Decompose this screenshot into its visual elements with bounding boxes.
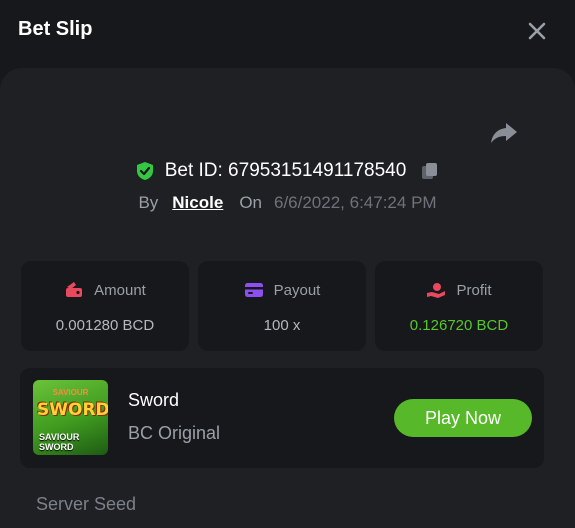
payout-card: Payout 100 x: [198, 261, 366, 351]
amount-icon: [66, 282, 83, 297]
profit-label: Profit: [456, 281, 492, 299]
game-name: Sword: [128, 390, 180, 410]
share-icon[interactable]: [490, 121, 518, 145]
server-seed-label: Server Seed: [36, 494, 137, 514]
game-card: SAVIOUR SWORD SAVIOUR SWORD Sword BC Orig…: [20, 368, 544, 468]
copy-icon[interactable]: [420, 161, 440, 181]
game-thumbnail[interactable]: SAVIOUR SWORD SAVIOUR SWORD: [33, 380, 108, 455]
payout-value: 100 x: [263, 317, 301, 334]
profit-icon: [427, 283, 446, 298]
thumb-top-text: SAVIOUR: [52, 388, 89, 397]
by-label: By: [138, 193, 159, 212]
amount-value: 0.001280 BCD: [55, 317, 155, 334]
user-link[interactable]: Nicole: [172, 193, 223, 213]
bet-author-row: By Nicole On 6/6/2022, 6:47:24 PM: [0, 191, 575, 215]
payout-card-icon: [244, 283, 263, 297]
page-title: Bet Slip: [18, 18, 93, 40]
amount-label: Amount: [94, 281, 146, 299]
on-label: On: [239, 193, 262, 212]
bet-id: Bet ID: 67953151491178540: [164, 160, 407, 181]
payout-label: Payout: [273, 281, 321, 299]
verified-shield-icon: [136, 162, 153, 180]
profit-card: Profit 0.126720 BCD: [375, 261, 543, 351]
thumb-title-text: SWORD: [37, 400, 108, 420]
game-provider: BC Original: [128, 423, 221, 443]
close-icon[interactable]: [526, 20, 548, 42]
bet-slip-header: Bet Slip: [0, 0, 575, 66]
bet-datetime: 6/6/2022, 6:47:24 PM: [274, 193, 437, 212]
profit-value: 0.126720 BCD: [409, 317, 509, 334]
play-now-button[interactable]: Play Now: [394, 399, 532, 437]
amount-card: Amount 0.001280 BCD: [21, 261, 189, 351]
thumb-bottom-text: SAVIOUR SWORD: [39, 432, 80, 452]
bet-id-row: Bet ID: 67953151491178540: [0, 158, 575, 184]
